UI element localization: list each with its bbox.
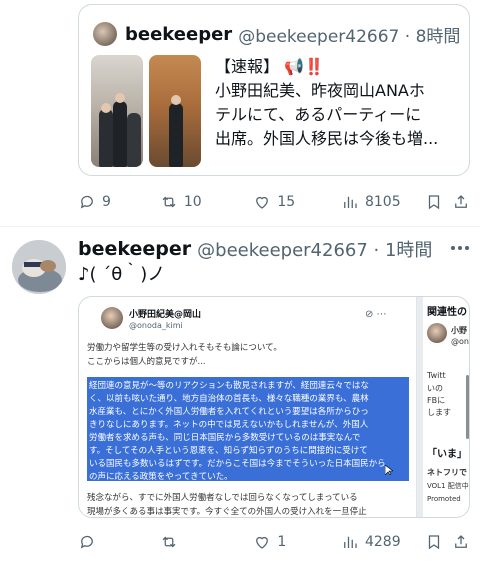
embedded-header-icons: ⊘ ⋯ <box>365 309 387 320</box>
bookmark-button[interactable] <box>425 193 452 211</box>
views-button[interactable]: 4289 <box>341 533 425 551</box>
text-cursor-icon <box>385 465 393 475</box>
views-chart-icon <box>344 536 357 548</box>
side-text: Promoted <box>427 495 461 503</box>
reply-count: 9 <box>102 194 111 210</box>
share-icon <box>455 195 467 208</box>
quoted-tweet-text: 【速報】 📢‼️ 小野田紀美、昨夜岡山ANAホ テルにて、あるパーティーに 出席… <box>215 55 463 151</box>
author-avatar[interactable] <box>12 240 66 294</box>
like-count: 1 <box>277 534 287 550</box>
view-count: 8105 <box>364 194 401 210</box>
embedded-text-line: ここからは個人的意見ですが... <box>87 357 206 367</box>
quoted-tweet-card[interactable]: beekeeper @beekeeper42667 · 8時間 【速報】 📢‼️… <box>78 4 470 176</box>
side-text: Twitt <box>427 371 446 380</box>
quoted-photo-2[interactable] <box>149 55 201 167</box>
quoted-action-bar: 9 10 15 8105 <box>78 190 470 214</box>
side-avatar <box>427 323 447 343</box>
side-text: ネトフリで <box>427 468 467 477</box>
timeline: beekeeper @beekeeper42667 · 8時間 【速報】 📢‼️… <box>0 0 480 564</box>
side-text: @on <box>451 337 469 346</box>
reply-icon <box>80 195 93 209</box>
side-scrollbar <box>466 375 469 439</box>
tweet-text: ♪( ´θ｀)ノ <box>78 264 166 285</box>
view-count: 4289 <box>364 534 401 550</box>
quoted-text-line: テルにて、あるパーティーに <box>215 105 422 124</box>
retweet-button[interactable]: 10 <box>160 193 254 211</box>
author-handle-time: @beekeeper42667 · 1時間 <box>197 240 433 261</box>
heart-icon <box>256 536 269 549</box>
share-button[interactable] <box>452 533 470 551</box>
embedded-side-panel: 関連性の 小野 @on Twitt いの FBに します 「いま」 ネトフリで … <box>423 297 469 517</box>
side-heading: 関連性の <box>427 307 467 318</box>
reply-button[interactable]: 9 <box>78 193 160 211</box>
quoted-text-line: 【速報】 📢‼️ <box>215 57 324 76</box>
side-heading: 「いま」 <box>427 449 467 460</box>
views-button[interactable]: 8105 <box>341 193 425 211</box>
embedded-text-line: 残念ながら、すでに外国人労働者なしでは回らなくなってしまっている <box>87 493 358 503</box>
share-button[interactable] <box>452 193 470 211</box>
like-count: 15 <box>277 194 296 210</box>
tweet-divider <box>0 226 480 227</box>
side-text: 小野 <box>451 326 467 335</box>
selected-text-line: の声に応える政策をやってきていた。 <box>89 472 233 482</box>
quoted-avatar[interactable] <box>93 22 117 46</box>
like-button[interactable]: 15 <box>253 193 341 211</box>
tweet-header: beekeeper @beekeeper42667 · 1時間 <box>78 234 432 264</box>
reply-icon <box>80 535 93 549</box>
attached-screenshot-image[interactable]: 小野田紀美@岡山 @onoda_kimi ⊘ ⋯ 労働力や留学生等の受け入れそも… <box>78 296 470 518</box>
heart-icon <box>256 196 269 209</box>
share-icon <box>455 535 467 548</box>
author-name[interactable]: beekeeper <box>78 238 191 260</box>
more-options-icon[interactable] <box>448 238 472 258</box>
retweet-icon <box>162 196 176 208</box>
embedded-text-line: 労働力や留学生等の受け入れそもそも論について。 <box>87 343 282 353</box>
views-chart-icon <box>344 196 357 208</box>
embedded-avatar <box>101 307 123 329</box>
bookmark-icon <box>428 535 439 550</box>
bookmark-button[interactable] <box>425 533 452 551</box>
reply-button[interactable] <box>78 533 160 551</box>
quoted-author-handle-time: @beekeeper42667 · 8時間 <box>238 26 461 47</box>
tweet-action-bar: 1 4289 <box>78 530 470 554</box>
quoted-text-line: 出席。外国人移民は今後も増... <box>215 129 439 148</box>
retweet-icon <box>162 536 176 548</box>
embedded-tweet-panel: 小野田紀美@岡山 @onoda_kimi ⊘ ⋯ 労働力や留学生等の受け入れそも… <box>79 297 417 517</box>
like-button[interactable]: 1 <box>253 533 341 551</box>
avatar-image <box>12 240 66 294</box>
quoted-text-line: 小野田紀美、昨夜岡山ANAホ <box>215 81 425 100</box>
quoted-tweet-header: beekeeper @beekeeper42667 · 8時間 <box>93 19 460 49</box>
side-text: いの <box>427 384 443 393</box>
side-text: FBに <box>427 396 446 405</box>
retweet-count: 10 <box>183 194 202 210</box>
embedded-author-handle: @onoda_kimi <box>129 321 183 330</box>
side-text: します <box>427 408 451 417</box>
bookmark-icon <box>428 195 439 210</box>
retweet-button[interactable] <box>160 533 254 551</box>
embedded-text-line: 現場が多くある事は事実です。今すぐ全ての外国人の受け入れを一旦停止 <box>87 507 367 517</box>
quoted-photo-1[interactable] <box>91 55 143 167</box>
embedded-author-name: 小野田紀美@岡山 <box>129 310 202 320</box>
quoted-author-name[interactable]: beekeeper <box>125 24 232 45</box>
side-text: VOL1 配信中 <box>427 482 469 490</box>
